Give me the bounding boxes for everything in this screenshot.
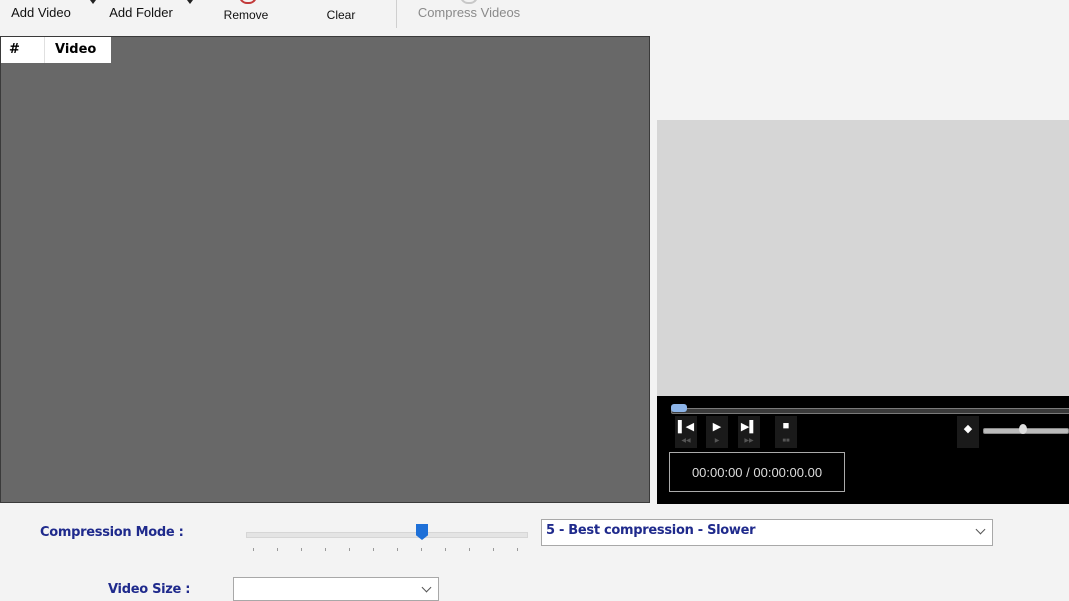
- toolbar: Add Video Add Folder Remove Clear Compre…: [0, 0, 1069, 32]
- compress-icon: [460, 0, 478, 4]
- video-preview: [657, 120, 1069, 396]
- remove-label: Remove: [223, 8, 269, 22]
- stop-icon: ■: [782, 420, 790, 432]
- play-icon: ▶: [712, 421, 722, 433]
- seek-bar[interactable]: [671, 408, 1069, 414]
- slider-tick: [469, 548, 470, 551]
- compression-mode-value: 5 - Best compression - Slower: [546, 523, 756, 538]
- add-video-button[interactable]: Add Video: [2, 0, 80, 30]
- video-size-select[interactable]: [233, 577, 439, 601]
- video-list[interactable]: # Video: [0, 36, 650, 503]
- previous-button[interactable]: ▌◀ ◀◀: [675, 416, 697, 448]
- skip-forward-icon: ▶▌: [740, 421, 758, 433]
- slider-tick: [325, 548, 326, 551]
- slider-tick: [373, 548, 374, 551]
- add-video-dropdown-icon[interactable]: [90, 0, 96, 4]
- slider-tick: [397, 548, 398, 551]
- add-folder-label: Add Folder: [109, 5, 173, 20]
- compression-mode-select[interactable]: 5 - Best compression - Slower: [541, 519, 993, 546]
- speaker-icon: ◆: [963, 423, 973, 435]
- compression-mode-label: Compression Mode :: [40, 525, 184, 540]
- seek-thumb[interactable]: [671, 404, 687, 412]
- clear-button[interactable]: Clear: [310, 0, 372, 30]
- column-header-video[interactable]: Video: [45, 37, 111, 63]
- slider-tick: [493, 548, 494, 551]
- clear-label: Clear: [326, 8, 356, 22]
- add-folder-dropdown-icon[interactable]: [187, 0, 193, 4]
- slider-tick: [277, 548, 278, 551]
- remove-button[interactable]: Remove: [210, 0, 282, 30]
- volume-thumb[interactable]: [1019, 424, 1027, 434]
- stop-button[interactable]: ■ ■■: [775, 416, 797, 448]
- slider-tick: [445, 548, 446, 551]
- compression-slider[interactable]: [246, 532, 528, 538]
- slider-tick: [517, 548, 518, 551]
- toolbar-separator: [396, 0, 397, 28]
- next-button[interactable]: ▶▌ ▶▶: [738, 416, 760, 448]
- slider-tick: [253, 548, 254, 551]
- compress-videos-button[interactable]: Compress Videos: [404, 0, 534, 30]
- add-folder-button[interactable]: Add Folder: [98, 0, 184, 30]
- slider-tick: [421, 548, 422, 551]
- compress-videos-label: Compress Videos: [417, 5, 521, 20]
- remove-icon: [239, 0, 257, 4]
- time-display: 00:00:00 / 00:00:00.00: [669, 452, 845, 492]
- column-header-number[interactable]: #: [1, 37, 45, 63]
- mute-button[interactable]: ◆: [957, 416, 979, 448]
- player-controls: ▌◀ ◀◀ ▶ ▶ ▶▌ ▶▶ ■ ■■ ◆ 00:00:00 / 00:00:00.0…: [657, 396, 1069, 504]
- slider-tick: [301, 548, 302, 551]
- chevron-down-icon: [421, 582, 432, 593]
- chevron-down-icon: [975, 524, 986, 535]
- add-video-label: Add Video: [11, 5, 71, 20]
- skip-back-icon: ▌◀: [677, 421, 695, 433]
- video-size-label: Video Size :: [108, 582, 191, 597]
- play-button[interactable]: ▶ ▶: [706, 416, 728, 448]
- slider-tick: [349, 548, 350, 551]
- video-list-header: # Video: [1, 37, 111, 63]
